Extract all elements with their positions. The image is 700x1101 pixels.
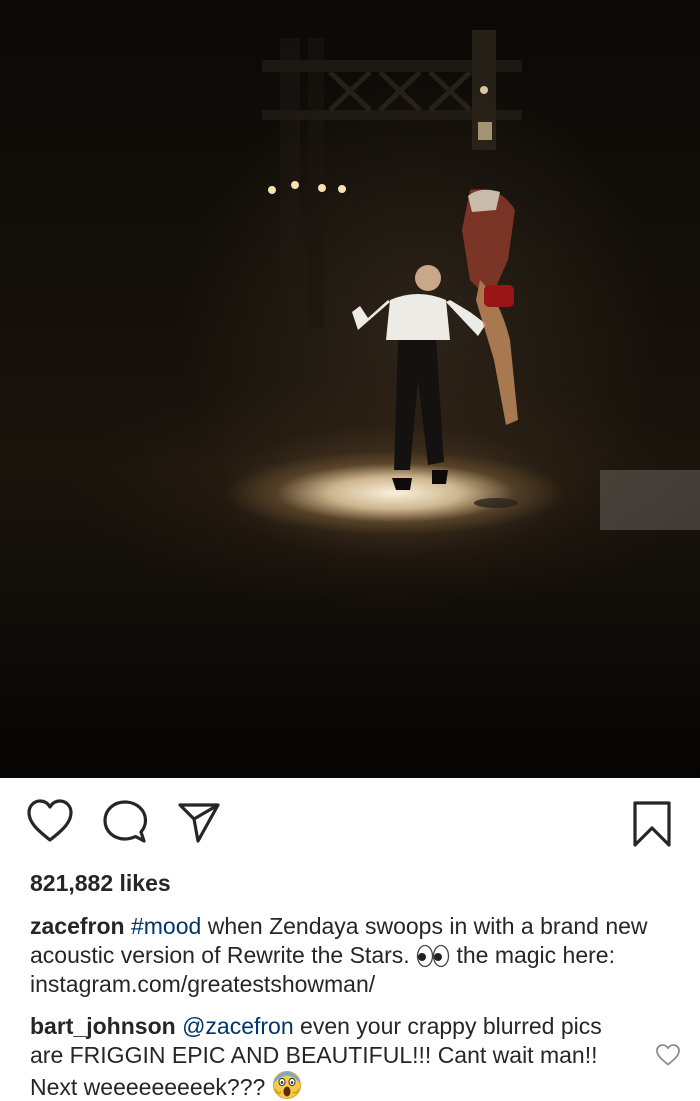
post-photo[interactable] (0, 0, 700, 778)
likes-count[interactable]: 821,882 likes (30, 870, 171, 897)
caption-hashtag[interactable]: #mood (131, 913, 201, 939)
blur-highlight (600, 470, 700, 530)
aerialist-figure (462, 189, 518, 425)
floor-shadow (474, 498, 518, 508)
comment-username[interactable]: bart_johnson (30, 1013, 176, 1039)
comment-mention[interactable]: @zacefron (182, 1013, 294, 1039)
bookmark-outline-icon[interactable] (632, 800, 672, 848)
dancer-figure (352, 261, 486, 490)
stage-scene (262, 30, 700, 530)
comment-like-heart-icon[interactable] (655, 1043, 681, 1067)
caption-username[interactable]: zacefron (30, 913, 125, 939)
paper-plane-icon[interactable] (177, 802, 221, 846)
instagram-post: 821,882 likes zacefron #mood when Zenday… (0, 0, 700, 1101)
face-screaming-emoji-icon (272, 1071, 301, 1099)
comment-item: bart_johnson @zacefron even your crappy … (30, 1012, 640, 1101)
post-caption: zacefron #mood when Zendaya swoops in wi… (30, 912, 670, 999)
comment-bubble-icon[interactable] (103, 800, 147, 844)
heart-outline-icon[interactable] (26, 798, 74, 844)
action-bar (0, 778, 700, 868)
eyes-emoji-icon (416, 944, 450, 968)
